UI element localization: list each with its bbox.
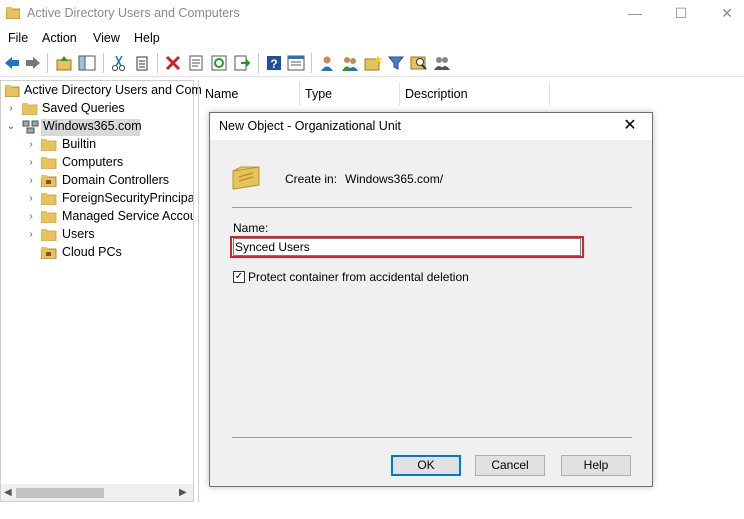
- ad-users-computers-app-icon: [6, 7, 20, 19]
- cut-icon[interactable]: [110, 54, 128, 72]
- find-icon[interactable]: [410, 54, 428, 72]
- back-arrow-icon[interactable]: [3, 54, 21, 72]
- menu-file[interactable]: File: [8, 31, 28, 45]
- expand-chevron-icon[interactable]: ›: [6, 104, 16, 114]
- refresh-icon[interactable]: [210, 54, 228, 72]
- ou-folder-icon: [41, 247, 57, 259]
- dialog-divider: [232, 437, 632, 438]
- tree-root-label[interactable]: Active Directory Users and Com: [24, 83, 202, 101]
- help-icon[interactable]: ?: [265, 54, 283, 72]
- scroll-right-icon[interactable]: ▶: [179, 487, 187, 498]
- expand-chevron-icon[interactable]: ›: [26, 194, 36, 204]
- name-label: Name:: [233, 221, 269, 235]
- protect-deletion-checkbox[interactable]: ✓: [233, 271, 245, 283]
- tree-item-users[interactable]: Users: [62, 227, 95, 245]
- menu-action[interactable]: Action: [42, 31, 77, 45]
- folder-icon: [41, 157, 57, 169]
- copy-icon[interactable]: [133, 54, 151, 72]
- folder-icon: [41, 229, 57, 241]
- cancel-button[interactable]: Cancel: [475, 455, 545, 476]
- column-header-type[interactable]: Type: [305, 87, 332, 101]
- tree-item-saved-queries[interactable]: Saved Queries: [42, 101, 125, 119]
- folder-icon: [41, 211, 57, 223]
- properties-icon[interactable]: [187, 54, 205, 72]
- add-to-group-icon[interactable]: [433, 54, 451, 72]
- folder-icon: [22, 103, 38, 115]
- toolbar-separator: [311, 53, 312, 73]
- expand-chevron-icon[interactable]: ›: [26, 140, 36, 150]
- toolbar-separator: [157, 53, 158, 73]
- dialog-title: New Object - Organizational Unit: [219, 119, 402, 133]
- minimize-button[interactable]: —: [612, 0, 658, 28]
- create-in-label: Create in:: [285, 172, 338, 186]
- export-list-icon[interactable]: [233, 54, 251, 72]
- column-separator[interactable]: [399, 82, 400, 106]
- forward-arrow-icon[interactable]: [24, 54, 42, 72]
- column-separator[interactable]: [549, 82, 550, 106]
- create-in-value: Windows365.com/: [345, 172, 444, 186]
- tree-item-builtin[interactable]: Builtin: [62, 137, 96, 155]
- help-button[interactable]: Help: [561, 455, 631, 476]
- new-ou-icon[interactable]: [364, 54, 382, 72]
- scrollbar-thumb[interactable]: [16, 488, 104, 498]
- collapse-chevron-icon[interactable]: ⌄: [6, 122, 16, 132]
- new-ou-dialog: [209, 112, 653, 487]
- tree-item-foreign-security-principals[interactable]: ForeignSecurityPrincipals: [62, 191, 193, 209]
- toolbar-separator: [103, 53, 104, 73]
- expand-chevron-icon[interactable]: ›: [26, 158, 36, 168]
- column-separator[interactable]: [299, 82, 300, 106]
- folder-icon: [41, 193, 57, 205]
- protect-deletion-label[interactable]: Protect container from accidental deleti…: [248, 270, 469, 284]
- tree-item-domain-controllers[interactable]: Domain Controllers: [62, 173, 169, 191]
- menu-help[interactable]: Help: [134, 31, 160, 45]
- toolbar-separator: [47, 53, 48, 73]
- show-action-pane-icon[interactable]: [287, 54, 305, 72]
- expand-chevron-icon[interactable]: ›: [26, 230, 36, 240]
- column-header-name[interactable]: Name: [205, 87, 238, 101]
- folder-icon: [41, 139, 57, 151]
- new-user-icon[interactable]: [318, 54, 336, 72]
- delete-icon[interactable]: [164, 54, 182, 72]
- filter-icon[interactable]: [387, 54, 405, 72]
- name-input[interactable]: [230, 236, 584, 258]
- dialog-close-button[interactable]: ✕: [620, 116, 640, 136]
- scroll-left-icon[interactable]: ◀: [4, 487, 12, 498]
- tree-item-cloud-pcs[interactable]: Cloud PCs: [62, 245, 122, 263]
- tree-item-computers[interactable]: Computers: [62, 155, 123, 173]
- maximize-button[interactable]: ☐: [658, 0, 704, 28]
- svg-text:?: ?: [270, 57, 277, 71]
- dialog-divider: [232, 207, 632, 208]
- close-window-button[interactable]: ✕: [704, 0, 744, 28]
- column-header-description[interactable]: Description: [405, 87, 468, 101]
- tree-item-managed-service-accounts[interactable]: Managed Service Accour: [62, 209, 193, 227]
- console-root-icon: [5, 85, 20, 97]
- menu-view[interactable]: View: [93, 31, 120, 45]
- show-hide-console-tree-icon[interactable]: [78, 54, 96, 72]
- organizational-unit-icon: [232, 166, 260, 190]
- tree-item-domain[interactable]: Windows365.com: [43, 119, 142, 137]
- expand-chevron-icon[interactable]: ›: [26, 176, 36, 186]
- ok-button[interactable]: OK: [391, 455, 461, 476]
- expand-chevron-icon[interactable]: ›: [26, 212, 36, 222]
- toolbar-separator: [258, 53, 259, 73]
- window-title: Active Directory Users and Computers: [27, 6, 240, 20]
- ou-folder-icon: [41, 175, 57, 187]
- up-folder-icon[interactable]: [55, 54, 73, 72]
- domain-icon: [22, 120, 39, 134]
- new-group-icon[interactable]: [341, 54, 359, 72]
